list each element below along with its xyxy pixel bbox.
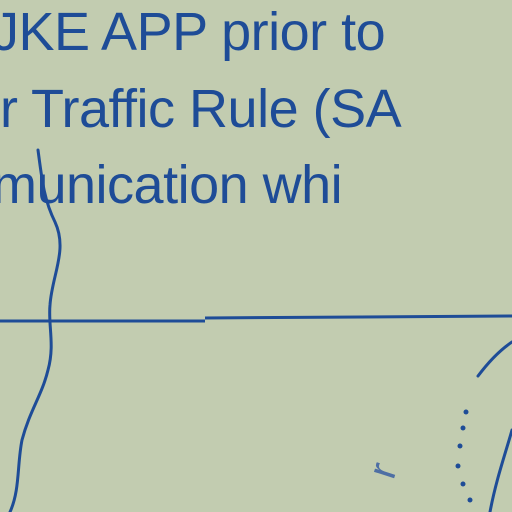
river-path-east: [488, 428, 512, 512]
trail-dot: [457, 443, 463, 449]
dotted-trail: [455, 409, 473, 503]
map-note-line-2: r Traffic Rule (SA: [0, 79, 402, 139]
trail-dot: [467, 497, 473, 503]
horizontal-boundary-line-east: [204, 314, 512, 320]
map-note-line-1: JKE APP prior to: [0, 2, 386, 62]
road-curve-northeast: [476, 340, 512, 378]
trail-dot: [463, 409, 469, 415]
map-note-line-3: munication whi: [0, 155, 343, 215]
map-canvas[interactable]: JKE APP prior to r Traffic Rule (SA muni…: [0, 0, 512, 512]
trail-dot: [460, 481, 466, 487]
trail-dot: [455, 463, 461, 469]
map-features: [0, 148, 512, 512]
trail-dot: [460, 425, 466, 431]
